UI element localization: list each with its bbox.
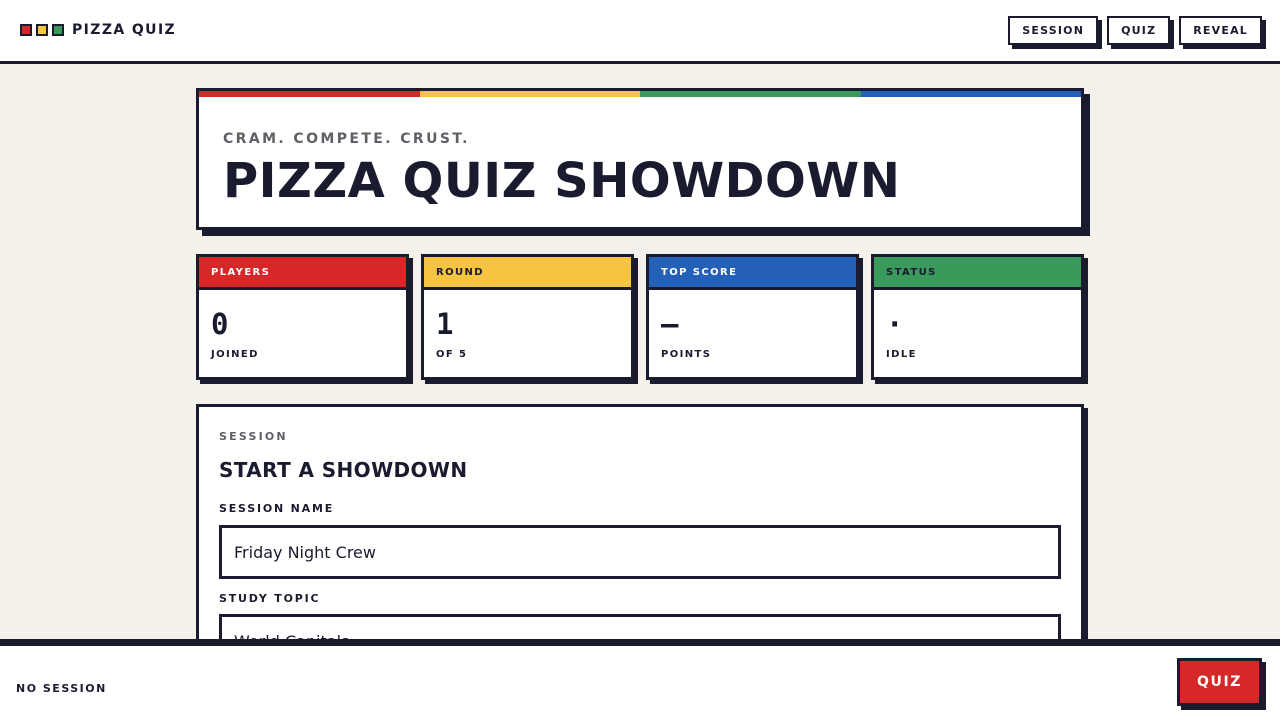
top-bar: PIZZA QUIZ SESSION QUIZ REVEAL xyxy=(0,0,1280,64)
footer-bar: NO SESSION QUIZ xyxy=(0,639,1280,720)
page-title: PIZZA QUIZ SHOWDOWN xyxy=(223,153,901,209)
logo-square-yellow-icon xyxy=(36,24,48,36)
study-topic-label: STUDY TOPIC xyxy=(219,592,321,605)
logo-square-green-icon xyxy=(52,24,64,36)
stat-card-players: PLAYERS 0 JOINED xyxy=(196,254,409,380)
panel-kicker: SESSION xyxy=(219,430,288,443)
stat-card-top-score: TOP SCORE — POINTS xyxy=(646,254,859,380)
stat-sub: JOINED xyxy=(211,349,259,360)
nav-reveal-button[interactable]: REVEAL xyxy=(1179,16,1262,45)
stat-label: ROUND xyxy=(424,257,631,290)
stat-sub: IDLE xyxy=(886,349,917,360)
panel-title: START A SHOWDOWN xyxy=(219,458,468,482)
stat-label: TOP SCORE xyxy=(649,257,856,290)
hero-kicker: CRAM. COMPETE. CRUST. xyxy=(223,131,470,147)
stat-card-round: ROUND 1 OF 5 xyxy=(421,254,634,380)
stat-label: STATUS xyxy=(874,257,1081,290)
hero-card: CRAM. COMPETE. CRUST. PIZZA QUIZ SHOWDOW… xyxy=(196,88,1084,230)
logo-square-red-icon xyxy=(20,24,32,36)
stat-label: PLAYERS xyxy=(199,257,406,290)
session-panel: SESSION START A SHOWDOWN SESSION NAME ST… xyxy=(196,404,1084,668)
session-status: NO SESSION xyxy=(16,682,107,695)
stat-card-status: STATUS · IDLE xyxy=(871,254,1084,380)
color-stripe xyxy=(199,91,1081,97)
stripe-green xyxy=(640,91,861,97)
session-name-input[interactable] xyxy=(219,525,1061,579)
quiz-button[interactable]: QUIZ xyxy=(1177,658,1262,706)
nav-quiz-button[interactable]: QUIZ xyxy=(1107,16,1171,45)
stripe-red xyxy=(199,91,420,97)
stat-value: · xyxy=(886,307,904,341)
stripe-blue xyxy=(860,91,1081,97)
stripe-yellow xyxy=(419,91,640,97)
stat-value: 1 xyxy=(436,307,454,341)
stat-value: — xyxy=(661,307,679,341)
app-title: PIZZA QUIZ xyxy=(72,22,177,38)
stat-sub: POINTS xyxy=(661,349,712,360)
session-name-label: SESSION NAME xyxy=(219,502,335,515)
stat-value: 0 xyxy=(211,307,229,341)
brand: PIZZA QUIZ xyxy=(20,22,176,38)
stat-sub: OF 5 xyxy=(436,349,468,360)
top-nav: SESSION QUIZ REVEAL xyxy=(999,16,1262,45)
nav-session-button[interactable]: SESSION xyxy=(1008,16,1099,45)
